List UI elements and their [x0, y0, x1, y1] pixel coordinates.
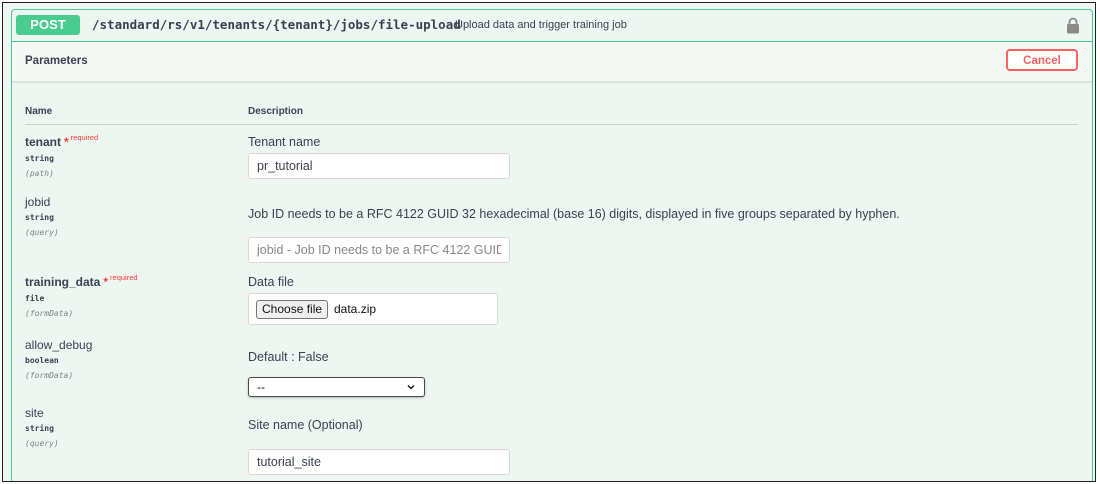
endpoint-path: /standard/rs/v1/tenants/{tenant}/jobs/fi… [92, 17, 461, 32]
allow-debug-selected-value: -- [257, 380, 265, 394]
required-star: * [64, 135, 69, 149]
operation-block: POST /standard/rs/v1/tenants/{tenant}/jo… [11, 9, 1093, 481]
method-badge: POST [16, 15, 80, 35]
param-type-allow-debug: boolean [25, 356, 59, 365]
parameters-title: Parameters [25, 55, 88, 67]
lock-icon[interactable] [1066, 17, 1080, 34]
cancel-button[interactable]: Cancel [1006, 49, 1078, 71]
required-label: required [110, 273, 138, 282]
chevron-down-icon [407, 385, 415, 390]
param-type-site: string [25, 424, 54, 433]
operation-summary[interactable]: POST /standard/rs/v1/tenants/{tenant}/jo… [12, 10, 1092, 42]
parameters-header: Parameters Cancel [12, 42, 1092, 82]
param-description-training-data: Data file [248, 275, 294, 289]
param-description-jobid: Job ID needs to be a RFC 4122 GUID 32 he… [248, 207, 900, 221]
site-input[interactable] [248, 449, 510, 475]
selected-file-name: data.zip [334, 302, 377, 316]
column-header-description: Description [248, 106, 304, 117]
param-description-site: Site name (Optional) [248, 418, 363, 432]
header-divider [25, 124, 1078, 125]
allow-debug-select[interactable]: -- [248, 377, 425, 397]
column-header-name: Name [25, 106, 53, 117]
required-label: required [70, 133, 99, 142]
param-name-allow-debug: allow_debug [25, 338, 93, 352]
file-input: Choose file data.zip [248, 293, 498, 325]
param-in-jobid: (query) [25, 228, 59, 237]
param-name-tenant: tenant * required [25, 133, 99, 149]
operation-summary-text: Upload data and trigger training job [455, 19, 627, 31]
param-in-site: (query) [25, 439, 59, 448]
param-description-tenant: Tenant name [248, 135, 321, 149]
param-name-jobid: jobid [25, 195, 51, 209]
required-star: * [103, 275, 109, 289]
param-type-training-data: file [25, 294, 45, 303]
jobid-input[interactable] [248, 237, 510, 263]
choose-file-button[interactable]: Choose file [256, 300, 329, 319]
param-type-tenant: string [25, 154, 54, 163]
swagger-frame: POST /standard/rs/v1/tenants/{tenant}/jo… [2, 2, 1096, 482]
param-description-allow-debug: Default : False [248, 350, 329, 364]
param-name-site: site [25, 406, 44, 420]
param-name-training-data: training_data * required [25, 273, 138, 289]
param-type-jobid: string [25, 213, 54, 222]
param-in-tenant: (path) [25, 169, 54, 178]
param-in-training-data: (formData) [25, 309, 74, 318]
param-in-allow-debug: (formData) [25, 371, 74, 380]
tenant-input[interactable] [248, 153, 510, 179]
